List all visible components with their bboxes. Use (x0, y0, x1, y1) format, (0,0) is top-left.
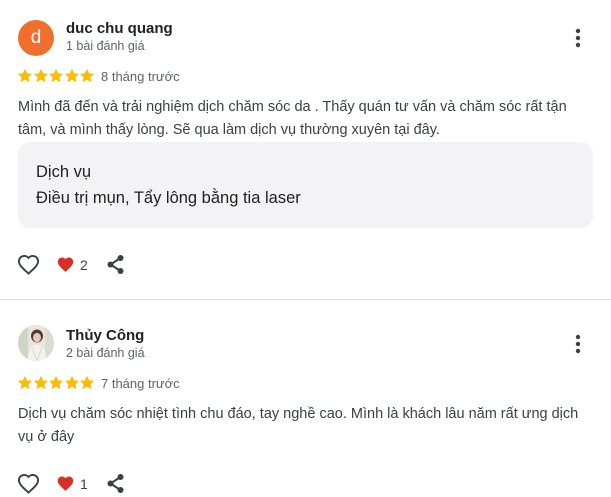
review-count: 1 bài đánh giá (66, 39, 145, 53)
heart-outline-icon[interactable] (17, 254, 40, 275)
like-count: 2 (80, 257, 88, 273)
review-time: 7 tháng trước (101, 376, 180, 391)
service-info: Dịch vụ Điều trị mụn, Tẩy lông bằng tia … (18, 142, 593, 228)
star-icon (79, 68, 95, 83)
star-rating (17, 375, 97, 391)
like-count: 1 (80, 476, 88, 492)
avatar-photo-image (18, 325, 54, 361)
star-icon (48, 375, 64, 390)
review-count: 2 bài đánh giá (66, 346, 145, 360)
star-icon (48, 68, 64, 83)
star-icon (17, 68, 33, 83)
star-icon (33, 68, 48, 83)
star-rating (17, 68, 97, 84)
avatar[interactable] (18, 325, 54, 361)
avatar[interactable]: d (18, 20, 54, 56)
star-icon (64, 375, 79, 390)
heart-filled-icon[interactable] (56, 256, 75, 273)
heart-filled-icon[interactable] (56, 475, 75, 492)
star-icon (64, 68, 79, 83)
service-value: Điều trị mụn, Tẩy lông bằng tia laser (36, 189, 301, 207)
review-text: Dịch vụ chăm sóc nhiệt tình chu đáo, tay… (18, 406, 579, 445)
share-icon[interactable] (106, 254, 125, 275)
more-vert-icon[interactable] (570, 333, 586, 355)
review-text: Mình đã đến và trải nghiệm dịch chăm sóc… (18, 99, 567, 138)
star-icon (17, 375, 33, 390)
review-card: Thủy Công 2 bài đánh giá 7 tháng trước D… (0, 301, 611, 497)
heart-outline-icon[interactable] (17, 473, 40, 494)
star-icon (33, 375, 48, 390)
divider (0, 299, 611, 300)
star-icon (79, 375, 95, 390)
share-icon[interactable] (106, 473, 125, 494)
service-label: Dịch vụ (36, 163, 92, 181)
review-card: d duc chu quang 1 bài đánh giá 8 tháng t… (0, 0, 611, 300)
author-name[interactable]: Thủy Công (66, 327, 144, 344)
more-vert-icon[interactable] (570, 27, 586, 49)
review-time: 8 tháng trước (101, 69, 180, 84)
author-name[interactable]: duc chu quang (66, 20, 173, 37)
